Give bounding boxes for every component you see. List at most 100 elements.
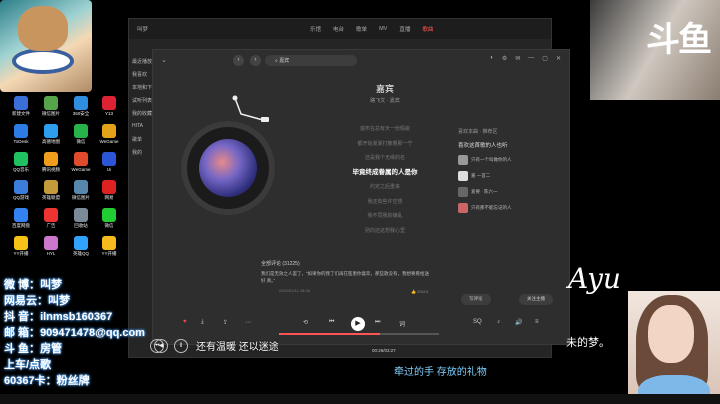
window-tools: ◐ ⚙ ✉ — ▢ ✕ — [490, 55, 561, 62]
desktop-icon[interactable]: 新建文件 — [6, 96, 36, 117]
recommend-item[interactable]: 只有一个叫做你的人 — [458, 155, 564, 165]
music-app-topbar: 叫梦 乐馆 电台 歌单 MV 直播 歌曲 — [129, 19, 551, 39]
recommend-title: 喜欢这首歌的人也听 — [458, 143, 508, 149]
desktop-icon[interactable]: 回收站 — [66, 208, 96, 229]
recommend-item[interactable]: 爱要 · 陈六一 — [458, 187, 564, 197]
sidebar-item[interactable]: 最近播放 — [132, 58, 152, 65]
overlay-info-line: 斗 鱼：房管 — [4, 340, 62, 356]
maximize-icon[interactable]: ▢ — [542, 55, 548, 62]
overlay-value: 909471478@qq.com — [40, 327, 145, 339]
tab-0[interactable]: 乐馆 — [310, 25, 321, 33]
mail-icon[interactable]: ✉ — [515, 55, 520, 62]
overlay-key: 邮 箱： — [4, 327, 41, 339]
share-icon[interactable]: ⇪ — [223, 319, 228, 326]
volume-icon[interactable]: 🔊 — [515, 319, 522, 326]
desktop-icon[interactable]: 英雄联盟 — [36, 180, 66, 201]
overlay-key: 微 博： — [4, 279, 41, 291]
sidebar-item[interactable]: 歌单 — [132, 136, 142, 143]
download-icon[interactable]: ⤓ — [201, 319, 204, 326]
overlay-key: 抖 音： — [4, 311, 41, 323]
desktop-icon[interactable]: QQ音乐 — [6, 152, 36, 173]
desktop-icon[interactable]: YY开播 — [6, 236, 36, 257]
tab-3[interactable]: MV — [379, 26, 387, 32]
pause-button[interactable]: ‖ — [174, 339, 188, 353]
recommend-item-label: 嘉 一首二 — [471, 173, 491, 178]
back-icon[interactable]: ‹ — [233, 55, 244, 66]
mini-time: 00:26/03:27 — [372, 348, 396, 353]
recommend-item[interactable]: 只有那不能忘记的人 — [458, 203, 564, 213]
sidebar-item[interactable]: 我的 — [132, 149, 142, 156]
prev-button[interactable]: ◀ — [154, 339, 168, 353]
desktop-icon[interactable]: 微信图片 — [66, 180, 96, 201]
tab-4[interactable]: 直播 — [399, 25, 410, 33]
app-icon — [74, 236, 88, 250]
comment-likes[interactable]: 👍 29414 — [411, 289, 428, 294]
desktop-icon[interactable]: 英雄QQ — [66, 236, 96, 257]
album-disc — [181, 121, 275, 215]
desktop-icon[interactable]: 腾讯视频 — [36, 152, 66, 173]
collapse-icon[interactable]: ⌄ — [161, 56, 167, 64]
desktop-icon[interactable]: 百度网盘 — [6, 208, 36, 229]
desktop-icon[interactable]: 网易 — [94, 180, 124, 201]
lyric-line: 遍布在总有天一份瑕疵 — [359, 126, 410, 132]
desktop-icon[interactable]: 微信 — [94, 208, 124, 229]
desktop-icon[interactable]: WeGame — [66, 152, 96, 172]
song-artist[interactable]: 路飞文 · 嘉宾 — [329, 97, 441, 104]
desktop-icon[interactable]: WeGame — [94, 124, 124, 144]
effects-icon[interactable]: ♪ — [497, 319, 500, 325]
lyric-toggle-icon[interactable]: 词 — [399, 319, 405, 328]
desktop-icon-label: WeGame — [71, 167, 91, 172]
desktop-icon[interactable]: 高德地图 — [36, 124, 66, 145]
desktop-icon[interactable]: 360安全 — [66, 96, 96, 117]
quality-icon[interactable]: SQ — [473, 319, 482, 325]
loop-icon[interactable]: ⟲ — [303, 319, 308, 326]
tab-1[interactable]: 电台 — [333, 25, 344, 33]
desktop-icon-label: 英雄联盟 — [42, 195, 60, 200]
taskbar[interactable] — [0, 394, 720, 404]
webcam-host — [628, 291, 720, 404]
signature-text: 未的梦。 — [566, 336, 610, 349]
overlay-key: 60367卡： — [4, 375, 57, 387]
desktop-icon[interactable]: HYL — [36, 236, 66, 256]
sidebar-item[interactable]: 试听列表 — [132, 97, 152, 104]
desktop-icon[interactable]: 广告 — [36, 208, 66, 229]
skin-icon[interactable]: ◐ — [490, 55, 494, 62]
lyrics-panel: 遍布在总有天一份瑕疵 都开始渐渐打散着那一宁 还是我个无缘的名 毕竟终成眷属的人是你约… — [303, 122, 467, 238]
sidebar-item[interactable]: 我喜欢 — [132, 71, 147, 78]
desktop-icon[interactable]: QQ游戏 — [6, 180, 36, 201]
desktop-icon-label: ToDesk — [13, 139, 29, 144]
app-icon — [44, 208, 58, 222]
app-icon — [44, 152, 58, 166]
comment-text: 我们是无效之人罢了，“如果你的我了们再在医患你喜欢，那些歌没有，我想要看给送好 … — [261, 271, 429, 283]
prev-icon[interactable]: ⏮ — [329, 319, 334, 326]
desktop-icon[interactable]: ToDesk — [6, 124, 36, 144]
host-face — [648, 305, 694, 363]
sidebar-item[interactable]: HITA — [132, 123, 143, 129]
next-icon[interactable]: ⏭ — [375, 319, 380, 326]
recommend-item[interactable]: 嘉 一首二 — [458, 171, 564, 181]
write-comment-button[interactable]: 写评论 — [461, 294, 491, 305]
like-icon[interactable]: ♥ — [183, 319, 187, 325]
overlay-info-line: 邮 箱：909471478@qq.com — [4, 324, 145, 340]
desktop-icon[interactable]: YY开播 — [94, 236, 124, 257]
search-input[interactable]: ⌕ 嘉宾 — [265, 55, 357, 66]
overlay-value: 上车/点歌 — [4, 359, 52, 371]
desktop-icon[interactable]: 微信图片 — [36, 96, 66, 117]
follow-button[interactable]: 关注主播 — [519, 294, 553, 305]
sidebar-item[interactable]: 我的收藏 — [132, 110, 152, 117]
forward-icon[interactable]: › — [250, 55, 261, 66]
player-controls: ♥ ⤓ ⇪ ⋯ ⟲ ⏮ ▶ ⏭ 词 SQ ♪ 🔊 ≡ — [153, 314, 569, 334]
desktop-icon[interactable]: Ui — [94, 152, 124, 172]
playlist-icon[interactable]: ≡ — [535, 319, 539, 325]
close-icon[interactable]: ✕ — [556, 55, 561, 62]
desktop-icon[interactable]: 微信 — [66, 124, 96, 145]
overlay-key: 斗 鱼： — [4, 343, 41, 355]
desktop-icon[interactable]: Y13 — [94, 96, 124, 116]
minimize-icon[interactable]: — — [528, 55, 534, 62]
play-button[interactable]: ▶ — [351, 317, 365, 331]
tab-5[interactable]: 歌曲 — [422, 25, 433, 33]
more-icon[interactable]: ⋯ — [245, 319, 251, 326]
settings-icon[interactable]: ⚙ — [502, 55, 507, 62]
player-window[interactable]: ⌄ ‹ › ⌕ 嘉宾 ◐ ⚙ ✉ — ▢ ✕ 嘉宾 路飞文 · 嘉宾 遍布在总有… — [152, 49, 570, 345]
tab-2[interactable]: 歌单 — [356, 25, 367, 33]
